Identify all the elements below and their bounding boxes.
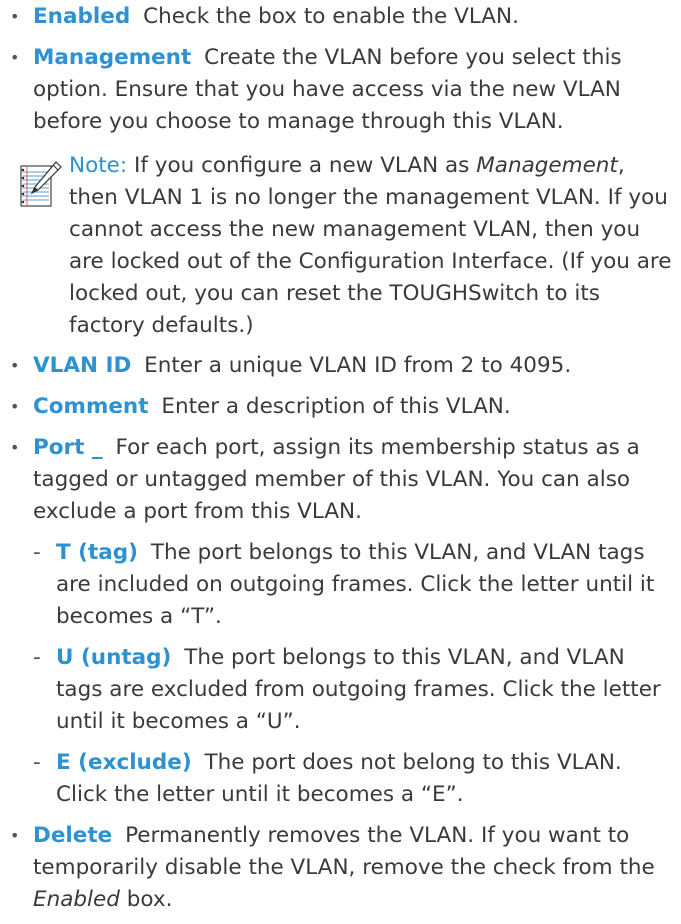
term-comment: Comment	[33, 394, 149, 419]
dash: -	[33, 540, 41, 565]
list-item-comment: • Comment Enter a description of this VL…	[9, 391, 673, 423]
list-item-vlan-id: • VLAN ID Enter a unique VLAN ID from 2 …	[9, 350, 673, 382]
list-item-management: • Management Create the VLAN before you …	[9, 42, 673, 138]
note-label: Note:	[69, 153, 128, 178]
note-pad-pencil-icon	[20, 161, 62, 207]
term-port: Port _	[33, 435, 103, 460]
bullet: •	[10, 438, 20, 457]
note-block: Note: If you configure a new VLAN as Man…	[9, 150, 673, 342]
term-delete: Delete	[33, 823, 113, 848]
desc-delete-after: box.	[126, 887, 173, 912]
desc-comment: Enter a description of this VLAN.	[161, 394, 511, 419]
term-vlan-id: VLAN ID	[33, 353, 132, 378]
bullet: •	[10, 48, 20, 67]
bullet: •	[10, 7, 20, 26]
sub-item-tag: - T (tag) The port belongs to this VLAN,…	[9, 537, 673, 633]
dash: -	[33, 645, 41, 670]
vlan-field-descriptions: • Enabled Check the box to enable the VL…	[0, 1, 681, 916]
desc-delete-before: Permanently removes the VLAN. If you wan…	[33, 823, 655, 880]
term-enabled: Enabled	[33, 4, 131, 29]
term-management: Management	[33, 45, 192, 70]
note-text-after: , then VLAN 1 is no longer the managemen…	[69, 153, 672, 338]
term-untag: U (untag)	[56, 645, 172, 670]
note-text-em: Management	[476, 153, 618, 178]
bullet: •	[10, 397, 20, 416]
term-exclude: E (exclude)	[56, 750, 192, 775]
desc-vlan-id: Enter a unique VLAN ID from 2 to 4095.	[144, 353, 572, 378]
sub-item-exclude: - E (exclude) The port does not belong t…	[9, 747, 673, 811]
desc-tag: The port belongs to this VLAN, and VLAN …	[56, 540, 655, 629]
term-tag: T (tag)	[56, 540, 138, 565]
list-item-port: • Port _ For each port, assign its membe…	[9, 432, 673, 528]
desc-delete-em: Enabled	[33, 887, 120, 912]
list-item-enabled: • Enabled Check the box to enable the VL…	[9, 1, 673, 33]
list-item-delete: • Delete Permanently removes the VLAN. I…	[9, 820, 673, 916]
desc-port: For each port, assign its membership sta…	[33, 435, 640, 524]
dash: -	[33, 750, 41, 775]
note-text-before: If you configure a new VLAN as	[133, 153, 470, 178]
bullet: •	[10, 826, 20, 845]
desc-enabled: Check the box to enable the VLAN.	[143, 4, 519, 29]
sub-item-untag: - U (untag) The port belongs to this VLA…	[9, 642, 673, 738]
bullet: •	[10, 356, 20, 375]
